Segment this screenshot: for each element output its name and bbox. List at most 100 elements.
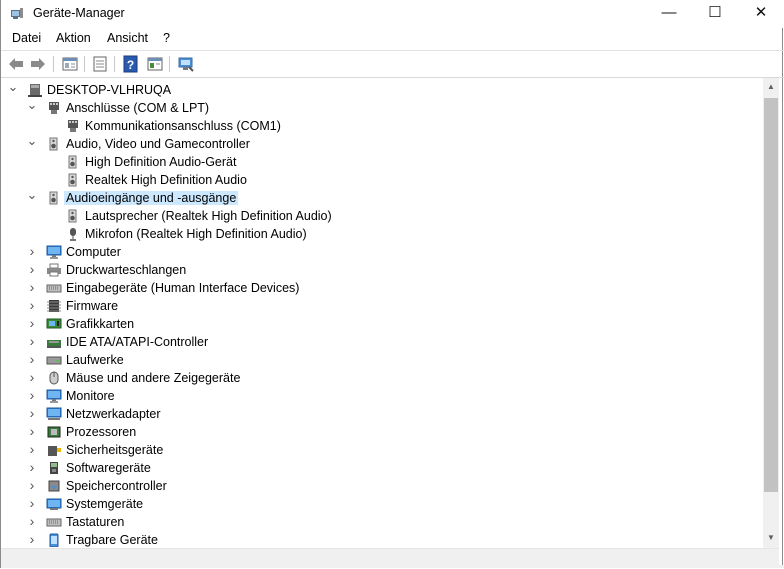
expand-chevron-icon[interactable]: › — [26, 369, 38, 387]
tree-item[interactable]: › Computer — [1, 243, 761, 261]
scan-hardware-icon[interactable] — [177, 55, 195, 73]
forward-icon[interactable] — [29, 55, 47, 73]
tree-item[interactable]: Realtek High Definition Audio — [1, 171, 761, 189]
tree-item[interactable]: › Firmware — [1, 297, 761, 315]
expand-chevron-icon[interactable]: › — [26, 405, 38, 423]
help-icon[interactable]: ? — [122, 55, 140, 73]
tree-item[interactable]: › Eingabegeräte (Human Interface Devices) — [1, 279, 761, 297]
tree-item[interactable]: ⌄ Audioeingänge und -ausgänge — [1, 188, 761, 207]
system-devices-icon — [46, 498, 62, 510]
tree-item-label: Systemgeräte — [66, 497, 144, 511]
vertical-scrollbar[interactable]: ▲ ▼ — [763, 78, 779, 548]
tree-item[interactable]: ⌄ Anschlüsse (COM & LPT) — [1, 98, 761, 117]
scroll-thumb[interactable] — [764, 98, 778, 492]
tree-item[interactable]: › Mäuse und andere Zeigegeräte — [1, 369, 761, 387]
processor-icon — [47, 426, 61, 438]
tree-item[interactable]: › IDE ATA/ATAPI-Controller — [1, 333, 761, 351]
back-icon[interactable] — [7, 55, 25, 73]
tree-item[interactable]: › Grafikkarten — [1, 315, 761, 333]
update-driver-icon[interactable] — [91, 55, 109, 73]
tree-item-label: Mikrofon (Realtek High Definition Audio) — [85, 227, 307, 241]
tree-item-label: Netzwerkadapter — [66, 407, 161, 421]
expand-chevron-icon[interactable]: › — [26, 513, 38, 531]
port-icon — [68, 120, 78, 132]
network-icon — [46, 407, 62, 420]
expand-chevron-icon[interactable]: › — [26, 441, 38, 459]
svg-text:?: ? — [127, 58, 134, 72]
ide-controller-icon — [47, 340, 61, 348]
device-tree: ⌄ DESKTOP-VLHRUQA ⌄ Anschlüsse (COM & LPT) K… — [1, 78, 763, 548]
port-icon — [49, 102, 59, 114]
device-manager-app-icon — [11, 8, 23, 19]
view-icon[interactable] — [146, 55, 164, 73]
expand-chevron-icon[interactable]: › — [26, 243, 38, 261]
speaker-icon — [68, 173, 77, 187]
display-adapter-icon — [46, 318, 62, 329]
keyboard-icon — [46, 284, 62, 293]
expand-chevron-icon[interactable]: › — [26, 423, 38, 441]
title-bar[interactable]: Geräte-Manager — ☐ ✕ — [1, 0, 784, 28]
minimize-button[interactable]: — — [646, 0, 692, 28]
expand-chevron-icon[interactable]: › — [26, 261, 38, 279]
expand-chevron-icon[interactable]: › — [26, 297, 38, 315]
tree-item-label: Tastaturen — [66, 515, 125, 529]
properties-icon[interactable] — [61, 55, 79, 73]
menu-bar: Datei Aktion Ansicht ? — [1, 28, 784, 50]
expand-chevron-icon[interactable]: › — [26, 351, 38, 369]
horizontal-scrollbar[interactable] — [1, 548, 779, 565]
tree-item[interactable]: › Systemgeräte — [1, 495, 761, 513]
tree-item[interactable]: Kommunikationsanschluss (COM1) — [1, 117, 761, 135]
tree-item[interactable]: › Prozessoren — [1, 423, 761, 441]
menu-ansicht[interactable]: Ansicht — [107, 31, 148, 45]
tree-item-label: DESKTOP-VLHRUQA — [47, 83, 172, 97]
expand-chevron-icon[interactable]: › — [26, 495, 38, 513]
tree-item[interactable]: High Definition Audio-Gerät — [1, 153, 761, 171]
tree-item[interactable]: ⌄ DESKTOP-VLHRUQA — [1, 80, 761, 99]
menu-help[interactable]: ? — [163, 31, 170, 45]
expand-chevron-icon[interactable]: › — [26, 387, 38, 405]
tree-item[interactable]: › Laufwerke — [1, 351, 761, 369]
disk-drive-icon — [46, 356, 62, 365]
speaker-icon — [49, 191, 58, 205]
expand-chevron-icon[interactable]: › — [26, 459, 38, 477]
tree-item-label: Lautsprecher (Realtek High Definition Au… — [85, 209, 332, 223]
menu-datei[interactable]: Datei — [12, 31, 41, 45]
scroll-down-arrow-icon[interactable]: ▼ — [763, 530, 779, 546]
collapse-chevron-icon[interactable]: ⌄ — [7, 80, 19, 99]
window-title: Geräte-Manager — [33, 6, 125, 20]
tree-item[interactable]: › Tragbare Geräte — [1, 531, 761, 548]
tree-item[interactable]: ⌄ Audio, Video und Gamecontroller — [1, 134, 761, 153]
mouse-icon — [49, 371, 59, 385]
maximize-button[interactable]: ☐ — [692, 0, 738, 28]
collapse-chevron-icon[interactable]: ⌄ — [26, 188, 38, 207]
expand-chevron-icon[interactable]: › — [26, 531, 38, 548]
tree-item-label: Realtek High Definition Audio — [85, 173, 247, 187]
monitor-icon — [46, 389, 62, 403]
tree-item-label: Laufwerke — [66, 353, 124, 367]
tree-item[interactable]: Mikrofon (Realtek High Definition Audio) — [1, 225, 761, 243]
tree-item[interactable]: › Druckwarteschlangen — [1, 261, 761, 279]
expand-chevron-icon[interactable]: › — [26, 279, 38, 297]
tree-item[interactable]: › Sicherheitsgeräte — [1, 441, 761, 459]
expand-chevron-icon[interactable]: › — [26, 315, 38, 333]
tree-item[interactable]: › Monitore — [1, 387, 761, 405]
tree-item[interactable]: › Speichercontroller — [1, 477, 761, 495]
security-device-icon — [48, 446, 61, 456]
scroll-up-arrow-icon[interactable]: ▲ — [763, 79, 779, 95]
close-button[interactable]: ✕ — [738, 0, 784, 28]
keyboard-icon — [46, 518, 62, 527]
collapse-chevron-icon[interactable]: ⌄ — [26, 98, 38, 117]
collapse-chevron-icon[interactable]: ⌄ — [26, 134, 38, 153]
menu-aktion[interactable]: Aktion — [56, 31, 91, 45]
tree-item-label: Audio, Video und Gamecontroller — [66, 137, 250, 151]
tree-item[interactable]: Lautsprecher (Realtek High Definition Au… — [1, 207, 761, 225]
tree-item-label: Anschlüsse (COM & LPT) — [66, 101, 210, 115]
tree-item[interactable]: › Softwaregeräte — [1, 459, 761, 477]
expand-chevron-icon[interactable]: › — [26, 333, 38, 351]
tree-item-label: Druckwarteschlangen — [66, 263, 187, 277]
tree-item-label: Kommunikationsanschluss (COM1) — [85, 119, 281, 133]
tree-item[interactable]: › Tastaturen — [1, 513, 761, 531]
tree-item[interactable]: › Netzwerkadapter — [1, 405, 761, 423]
tree-item-label: Tragbare Geräte — [66, 533, 158, 547]
expand-chevron-icon[interactable]: › — [26, 477, 38, 495]
